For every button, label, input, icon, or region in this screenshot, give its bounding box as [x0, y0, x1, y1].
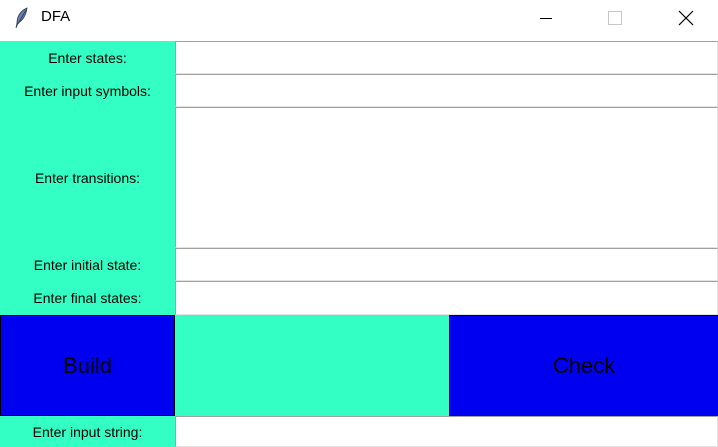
transitions-textarea[interactable] [175, 107, 718, 248]
check-button[interactable]: Check [449, 315, 718, 416]
button-row-spacer [175, 315, 449, 416]
build-button[interactable]: Build [0, 315, 175, 416]
input-string-label: Enter input string: [0, 416, 175, 447]
close-icon [678, 10, 694, 26]
states-label: Enter states: [0, 41, 175, 74]
initial-state-label: Enter initial state: [0, 248, 175, 281]
final-states-input[interactable] [175, 281, 718, 315]
close-button[interactable] [663, 0, 709, 36]
minimize-icon [539, 11, 553, 25]
minimize-button[interactable] [523, 0, 569, 36]
maximize-button[interactable] [592, 0, 638, 36]
input-string-input[interactable] [175, 416, 718, 447]
window-title: DFA [41, 8, 71, 25]
states-input[interactable] [175, 41, 718, 74]
title-bar: DFA [0, 0, 718, 36]
transitions-label: Enter transitions: [0, 107, 175, 248]
input-symbols-input[interactable] [175, 74, 718, 107]
feather-icon [14, 7, 30, 29]
initial-state-input[interactable] [175, 248, 718, 281]
maximize-icon [608, 11, 622, 25]
input-symbols-label: Enter input symbols: [0, 74, 175, 107]
final-states-label: Enter final states: [0, 281, 175, 315]
